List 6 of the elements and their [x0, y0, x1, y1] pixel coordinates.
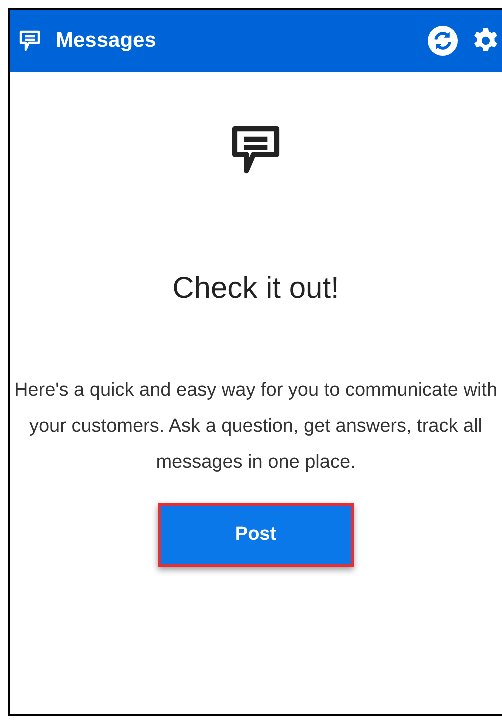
speech-bubble-icon	[18, 29, 42, 53]
post-button[interactable]: Post	[158, 503, 354, 567]
header-title: Messages	[56, 28, 158, 54]
empty-state-heading: Check it out!	[172, 271, 340, 307]
refresh-icon[interactable]	[428, 26, 458, 56]
empty-state-description: Here's a quick and easy way for you to communicate with your customers. Ask a question, get answers, track all messages in one place.	[13, 379, 499, 475]
